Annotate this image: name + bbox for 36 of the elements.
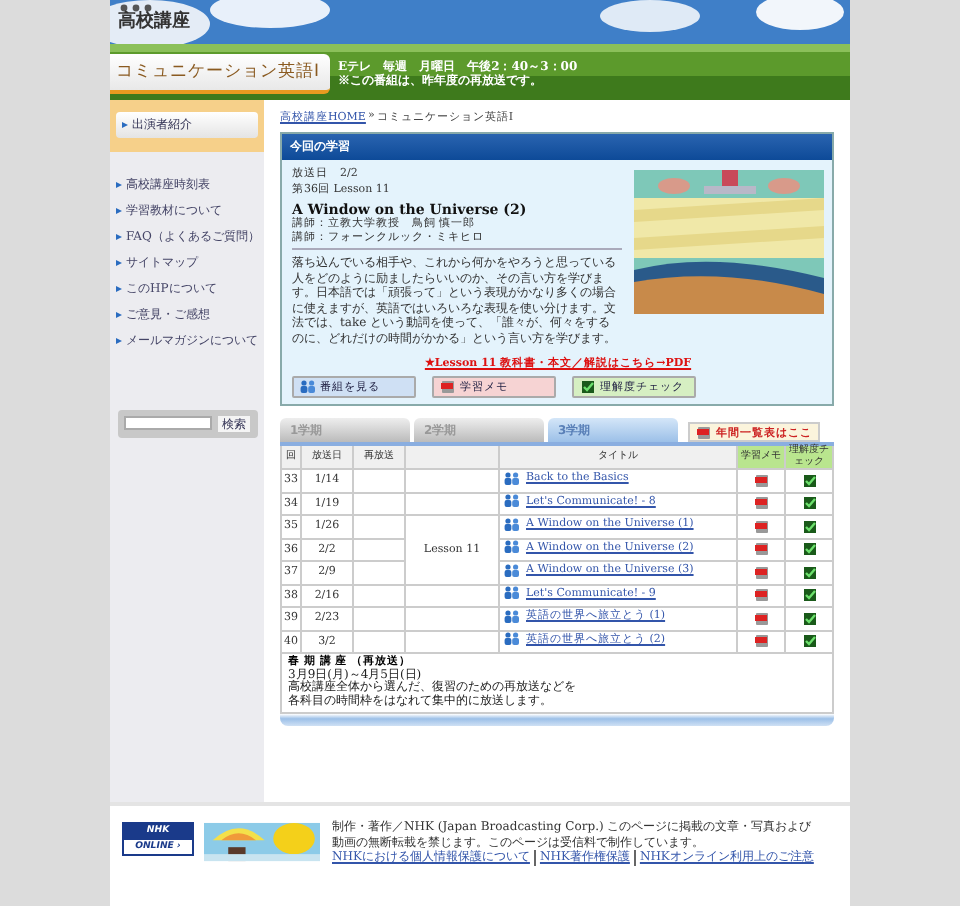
people-icon [504,517,520,532]
bullet-icon [116,182,122,188]
memo-icon[interactable] [696,425,712,439]
bullet-icon [116,286,122,292]
people-icon [504,609,520,624]
checkbox-icon[interactable] [801,496,817,511]
checkbox-icon[interactable] [801,634,817,649]
table-cell [353,584,405,607]
people-icon [504,632,520,647]
checkbox-icon[interactable] [801,519,817,534]
people-icon [504,494,520,509]
table-cell [353,469,405,492]
bullet-icon [116,208,122,214]
column-header [405,444,499,469]
people-icon [504,586,520,601]
people-icon [504,471,520,486]
bullet-icon [116,234,122,240]
table-cell [353,515,405,538]
memo-icon[interactable] [440,380,456,394]
bullet-icon [116,338,122,344]
checkbox-icon[interactable] [580,380,596,394]
table-cell [353,492,405,515]
bullet-icon [116,260,122,266]
checkbox-icon[interactable] [801,611,817,626]
program-title: コミュニケーション英語Ⅰ [110,54,330,94]
checkbox-icon[interactable] [801,473,817,488]
search-field[interactable] [124,416,212,430]
checkbox-icon[interactable] [801,588,817,603]
table-cell [353,607,405,630]
people-icon [504,563,520,578]
bullet-icon [122,122,128,128]
bullet-icon [116,312,122,318]
people-icon [300,380,316,394]
checkbox-icon[interactable] [801,565,817,580]
checkbox-icon[interactable] [801,542,817,557]
people-icon [504,540,520,555]
